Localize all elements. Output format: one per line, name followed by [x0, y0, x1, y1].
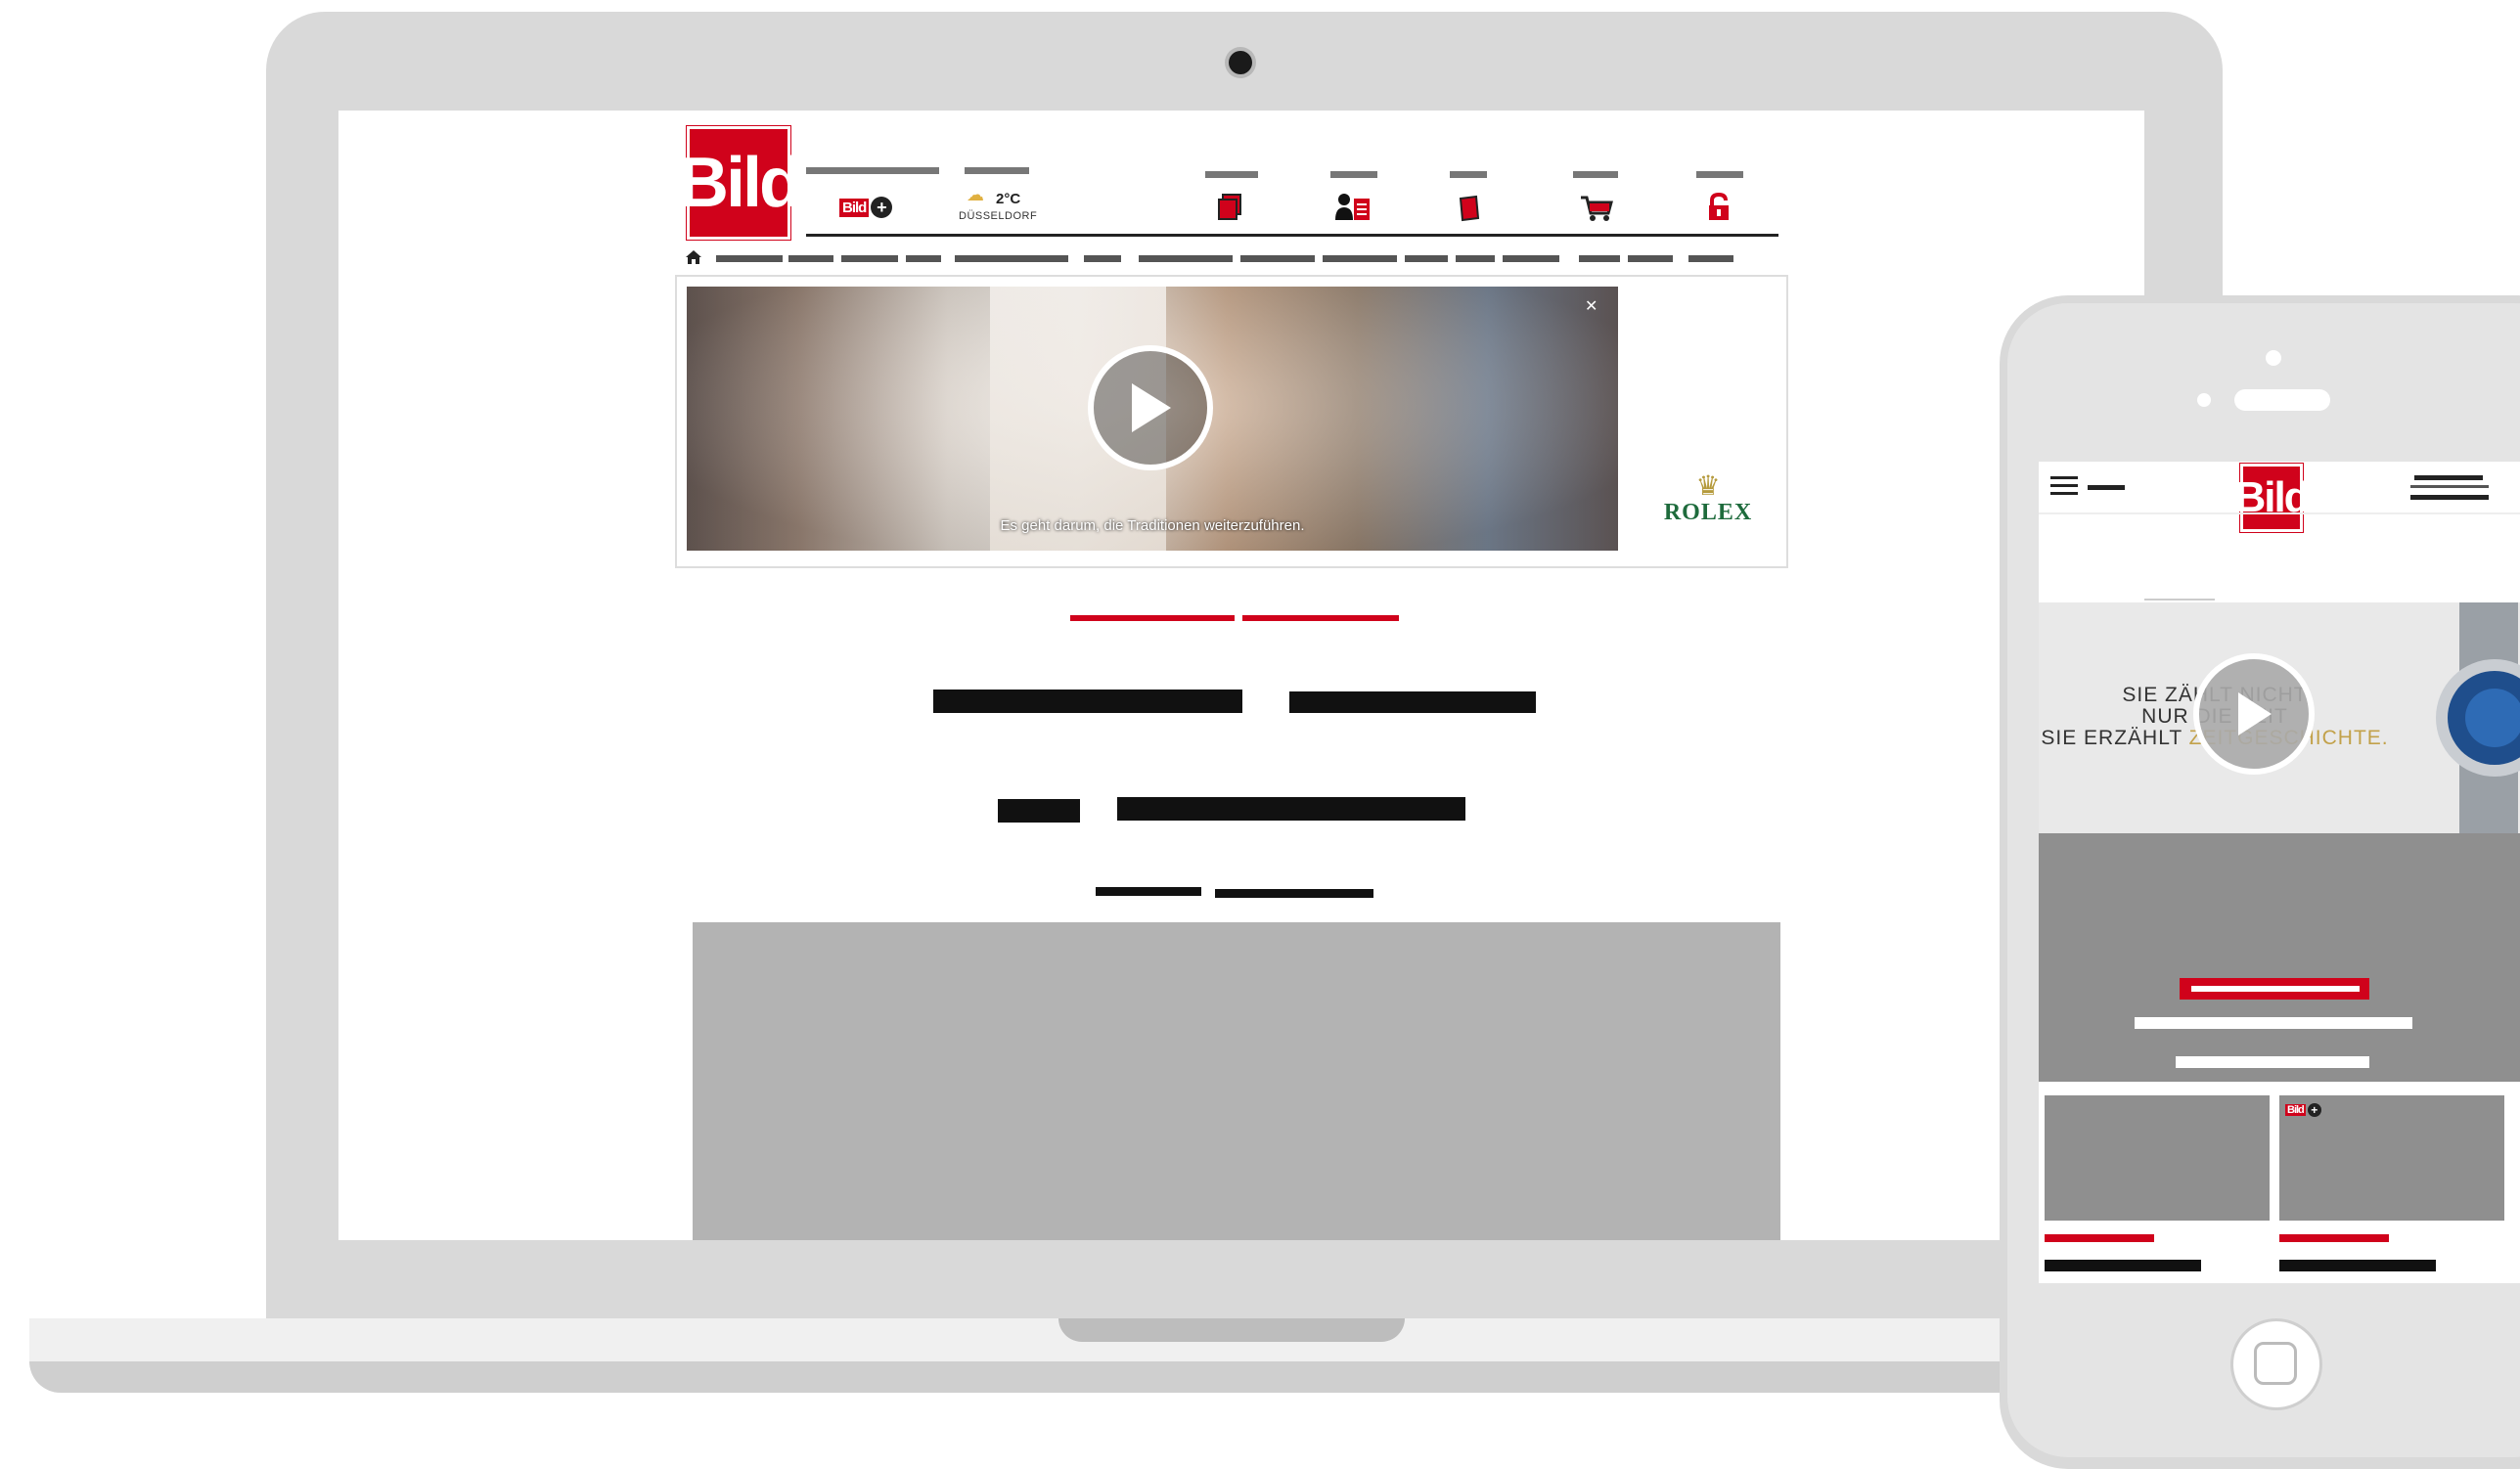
- crown-icon: ♛: [1695, 470, 1721, 501]
- kicker-placeholder: [1070, 615, 1235, 621]
- nav-item-placeholder[interactable]: [788, 255, 833, 262]
- laptop-screen: Bild Bild + ☁ 2°C DÜSSELDORF Es geht dar…: [338, 111, 2144, 1240]
- weather-city: DÜSSELDORF: [959, 210, 1038, 222]
- laptop-base-bottom: [29, 1361, 2182, 1393]
- headline-placeholder: [998, 799, 1080, 823]
- teaser-kicker-text-placeholder: [2191, 986, 2360, 992]
- nav-item-placeholder[interactable]: [1688, 255, 1733, 262]
- tab-indicator: [2144, 599, 2215, 601]
- header-right-placeholder: [2414, 475, 2483, 480]
- nav-item-placeholder[interactable]: [841, 255, 898, 262]
- nav-label-placeholder: [806, 167, 939, 174]
- phone-screen: Bild SIE ZÄHLT NICHT NUR DIE ZEIT SIE ER…: [2039, 462, 2520, 1283]
- play-icon: [2238, 692, 2272, 735]
- grid-item-image[interactable]: [2045, 1095, 2270, 1221]
- video-caption: Es geht darum, die Traditionen weiterzuf…: [1000, 517, 1305, 534]
- play-button[interactable]: [2193, 653, 2315, 775]
- plus-icon: +: [2307, 1103, 2321, 1117]
- laptop-notch: [1058, 1318, 1405, 1342]
- phone-sensor: [2197, 393, 2211, 407]
- book-icon[interactable]: [1458, 195, 1481, 224]
- bildplus-logo: Bild: [2285, 1104, 2306, 1116]
- nav-item-placeholder[interactable]: [1240, 255, 1315, 262]
- person-card-icon[interactable]: [1334, 193, 1372, 222]
- nav-item-placeholder[interactable]: [716, 255, 783, 262]
- nav-item-placeholder[interactable]: [1503, 255, 1559, 262]
- lock-icon[interactable]: [1706, 192, 1732, 222]
- headline-placeholder: [1117, 797, 1465, 821]
- bild-logo-text: Bild: [2234, 473, 2310, 521]
- header-label-placeholder: [1573, 171, 1618, 178]
- phone-speaker: [2234, 389, 2330, 411]
- mute-icon[interactable]: ✕: [1585, 296, 1604, 316]
- header-label-placeholder: [1205, 171, 1258, 178]
- video-player[interactable]: Es geht darum, die Traditionen weiterzuf…: [687, 287, 1618, 551]
- byline-placeholder: [1215, 889, 1373, 898]
- weather-label-placeholder: [965, 167, 1029, 174]
- nav-item-placeholder[interactable]: [906, 255, 941, 262]
- menu-label-placeholder: [2088, 485, 2125, 490]
- headline-placeholder: [933, 690, 1242, 713]
- header-divider: [2039, 512, 2520, 514]
- headline-placeholder: [1289, 691, 1536, 713]
- header-right-placeholder: [2410, 495, 2489, 500]
- watch-image: [2424, 602, 2520, 833]
- nav-item-placeholder[interactable]: [1405, 255, 1448, 262]
- grid-headline-placeholder: [2045, 1260, 2201, 1271]
- phone-camera: [2266, 350, 2281, 366]
- nav-item-placeholder[interactable]: [1456, 255, 1495, 262]
- article-image-placeholder[interactable]: [693, 922, 1780, 1240]
- nav-item-placeholder[interactable]: [1084, 255, 1121, 262]
- weather-icon: ☁: [967, 185, 984, 204]
- nav-item-placeholder[interactable]: [1628, 255, 1673, 262]
- weather-temp: 2°C: [996, 191, 1021, 207]
- video-player[interactable]: SIE ZÄHLT NICHT NUR DIE ZEIT SIE ERZÄHLT…: [2039, 602, 2520, 833]
- header-divider: [806, 234, 1778, 237]
- header-right-placeholder: [2410, 485, 2489, 488]
- laptop-camera: [1229, 51, 1252, 74]
- header-label-placeholder: [1696, 171, 1743, 178]
- home-button-icon: [2254, 1342, 2297, 1385]
- newspaper-icon[interactable]: [1215, 193, 1244, 226]
- bild-logo-text: Bild: [678, 144, 802, 222]
- bild-logo[interactable]: Bild: [678, 126, 802, 240]
- cart-icon[interactable]: [1579, 195, 1614, 224]
- grid-kicker-placeholder: [2279, 1234, 2389, 1242]
- nav-item-placeholder[interactable]: [1323, 255, 1397, 262]
- teaser-headline-placeholder: [2176, 1056, 2369, 1068]
- play-button[interactable]: [1088, 345, 1213, 470]
- bildplus-badge: Bild +: [2285, 1103, 2321, 1117]
- play-icon: [1132, 383, 1171, 432]
- rolex-logo[interactable]: ♛ ROLEX: [1640, 472, 1777, 526]
- grid-headline-placeholder: [2279, 1260, 2436, 1271]
- grid-kicker-placeholder: [2045, 1234, 2154, 1242]
- bildplus-logo: Bild: [839, 198, 870, 217]
- menu-icon[interactable]: [2050, 475, 2078, 497]
- video-text-line: SIE ERZÄHLT: [2041, 727, 2189, 749]
- header-label-placeholder: [1450, 171, 1487, 178]
- bildplus-button[interactable]: Bild +: [839, 195, 894, 220]
- nav-item-placeholder[interactable]: [1579, 255, 1620, 262]
- byline-placeholder: [1096, 887, 1201, 896]
- plus-icon: +: [871, 197, 893, 218]
- header-label-placeholder: [1330, 171, 1377, 178]
- kicker-placeholder: [1242, 615, 1399, 621]
- bild-logo[interactable]: Bild: [2234, 464, 2311, 532]
- home-icon[interactable]: [685, 249, 702, 265]
- teaser-image-placeholder[interactable]: [2039, 833, 2520, 1082]
- rolex-text: ROLEX: [1663, 500, 1753, 525]
- nav-item-placeholder[interactable]: [955, 255, 1068, 262]
- nav-item-placeholder[interactable]: [1139, 255, 1233, 262]
- teaser-headline-placeholder: [2135, 1017, 2412, 1029]
